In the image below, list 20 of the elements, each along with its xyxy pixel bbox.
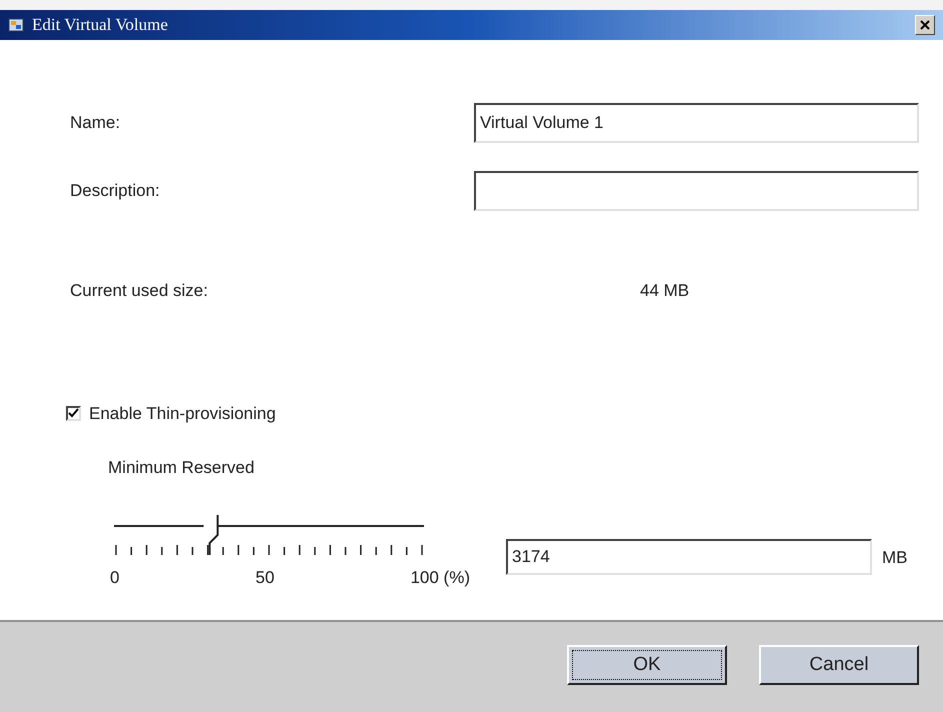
field-label: Description:: [70, 180, 160, 202]
checkbox-label: Enable Thin-provisioning: [89, 403, 276, 425]
reserved-size-field[interactable]: 3174: [506, 539, 872, 575]
dialog-button[interactable]: Cancel: [759, 645, 919, 685]
size-label: Current used size:: [70, 280, 209, 302]
field-label: Name:: [70, 112, 120, 134]
size-value: 44 MB: [640, 280, 690, 302]
tick-label: 0: [110, 567, 120, 589]
window-title: Edit Virtual Volume: [32, 14, 168, 36]
slider-label: Minimum Reserved: [108, 456, 256, 478]
tick-label: 50: [256, 567, 274, 589]
text-field[interactable]: Virtual Volume 1: [474, 103, 919, 143]
window-icon: [8, 17, 24, 33]
unit-label: MB: [882, 547, 908, 569]
tick-label: 100 (%): [410, 567, 470, 589]
close-button[interactable]: [915, 15, 935, 35]
close-icon: [920, 20, 930, 30]
text-field[interactable]: [474, 171, 919, 211]
thin-provisioning-checkbox[interactable]: [66, 406, 81, 422]
dialog-button[interactable]: OK: [567, 645, 727, 685]
